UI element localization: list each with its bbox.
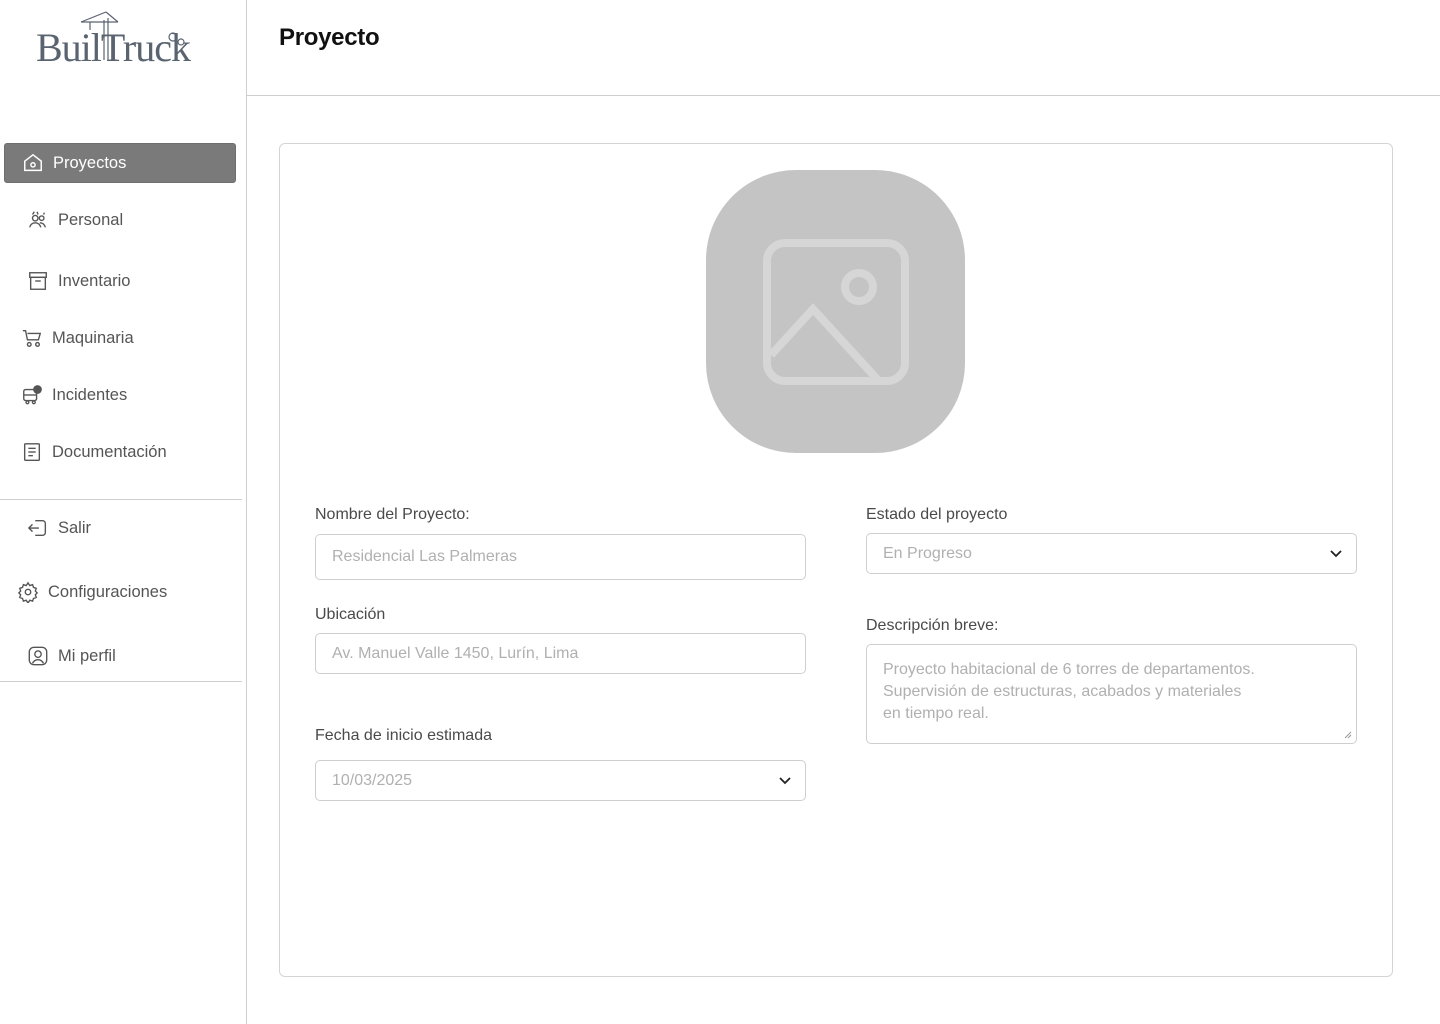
sidebar-item-label: Incidentes (52, 385, 128, 404)
sidebar-item-maquinaria[interactable]: Maquinaria (4, 318, 236, 358)
sidebar-item-label: Mi perfil (58, 646, 116, 665)
description-textarea[interactable]: Proyecto habitacional de 6 torres de dep… (866, 644, 1357, 744)
sidebar-item-label: Inventario (58, 271, 131, 290)
description-label: Descripción breve: (866, 617, 999, 634)
sidebar: BuilTruck Proyectos Personal Inventario … (0, 0, 247, 1024)
user-icon (26, 644, 50, 668)
sidebar-item-personal[interactable]: Personal (4, 200, 236, 240)
sidebar-divider (0, 681, 242, 682)
sidebar-item-label: Proyectos (53, 153, 127, 172)
project-image-upload[interactable] (706, 170, 965, 453)
status-select[interactable]: En Progreso (866, 533, 1357, 574)
truck-alert-icon (20, 383, 44, 407)
sidebar-divider (0, 499, 242, 500)
image-icon (762, 238, 909, 385)
workers-icon (26, 208, 50, 232)
sidebar-item-label: Personal (58, 210, 124, 229)
project-name-label: Nombre del Proyecto: (315, 506, 470, 523)
project-name-input[interactable]: Residencial Las Palmeras (315, 534, 806, 580)
start-date-select[interactable]: 10/03/2025 (315, 760, 806, 801)
sidebar-item-label: Maquinaria (52, 328, 134, 347)
sidebar-item-documentacion[interactable]: Documentación (4, 432, 236, 472)
sidebar-item-label: Salir (58, 518, 92, 537)
document-icon (20, 440, 44, 464)
status-value: En Progreso (883, 544, 972, 562)
sidebar-item-configuraciones[interactable]: Configuraciones (4, 572, 236, 612)
page-header: Proyecto (247, 0, 1440, 96)
home-icon (21, 151, 45, 175)
cart-icon (20, 326, 44, 350)
sidebar-item-mi-perfil[interactable]: Mi perfil (4, 636, 236, 676)
brand-name: BuilTruck (36, 25, 191, 70)
sidebar-item-salir[interactable]: Salir (4, 508, 236, 548)
project-form-card: Nombre del Proyecto: Residencial Las Pal… (279, 143, 1393, 977)
brand-logo[interactable]: BuilTruck (36, 8, 196, 70)
location-placeholder: Av. Manuel Valle 1450, Lurín, Lima (332, 644, 579, 662)
start-date-value: 10/03/2025 (332, 771, 413, 789)
page-title: Proyecto (279, 24, 380, 51)
sidebar-item-label: Documentación (52, 442, 167, 461)
resize-handle-icon[interactable] (1344, 731, 1352, 739)
location-label: Ubicación (315, 606, 386, 623)
location-input[interactable]: Av. Manuel Valle 1450, Lurín, Lima (315, 633, 806, 674)
chevron-down-icon (1330, 549, 1342, 557)
chevron-down-icon (779, 776, 791, 784)
sidebar-item-label: Configuraciones (48, 582, 168, 601)
sidebar-item-incidentes[interactable]: Incidentes (4, 375, 236, 415)
start-date-label: Fecha de inicio estimada (315, 727, 492, 744)
description-placeholder: Proyecto habitacional de 6 torres de dep… (883, 661, 1255, 722)
project-name-placeholder: Residencial Las Palmeras (332, 548, 517, 565)
logout-icon (26, 516, 50, 540)
gear-icon (16, 580, 40, 604)
status-label: Estado del proyecto (866, 506, 1008, 523)
sidebar-item-proyectos[interactable]: Proyectos (4, 143, 236, 183)
archive-icon (26, 269, 50, 293)
sidebar-item-inventario[interactable]: Inventario (4, 261, 236, 301)
